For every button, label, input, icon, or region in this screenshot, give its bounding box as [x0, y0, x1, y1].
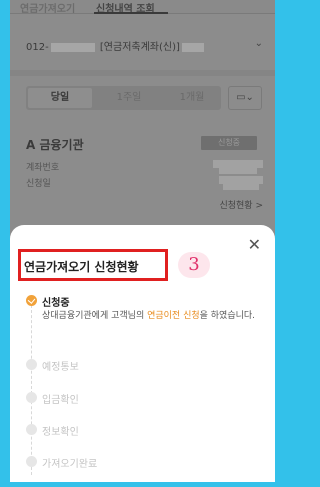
- step-label: 입금확인: [42, 395, 79, 406]
- masked-account-suffix: [181, 42, 204, 52]
- desc-text: 상대금융기관에게 고객님의: [42, 311, 148, 321]
- tab-bar: 연금가져오기 신청내역 조회: [10, 0, 275, 15]
- account-number: 012- [연금저축계좌(신)]: [26, 38, 206, 53]
- account-type-label: [연금저축계좌(신)]: [99, 42, 180, 53]
- step-label: 예정통보: [42, 362, 79, 373]
- step-dot-icon: [26, 392, 37, 403]
- calendar-icon[interactable]: ▭⌄: [228, 86, 262, 110]
- step-description: 상대금융기관에게 고객님의 연금이전 신청을 하였습니다.: [42, 310, 262, 323]
- step-label: 신청중: [42, 298, 70, 309]
- app-screen: 연금가져오기 신청내역 조회 012- [연금저축계좌(신)] ⌄ 당일 1주일…: [10, 0, 275, 482]
- institution-name: A 금융기관: [26, 138, 84, 152]
- account-prefix: 012-: [26, 42, 49, 53]
- sheet-title: 연금가져오기 신청현황: [24, 260, 139, 274]
- tab-pension-transfer[interactable]: 연금가져오기: [20, 0, 75, 15]
- step-dot-icon: [26, 456, 37, 467]
- account-number-label: 계좌번호: [26, 163, 60, 173]
- section-divider: [10, 70, 275, 76]
- check-icon: [26, 295, 37, 306]
- step-dot-icon: [26, 424, 37, 435]
- application-date-label: 신청일: [26, 179, 51, 189]
- period-today[interactable]: 당일: [28, 88, 92, 108]
- close-icon[interactable]: ✕: [248, 237, 261, 253]
- timeline-line: [31, 305, 32, 475]
- masked-account-value-2: [219, 166, 257, 174]
- step-label: 가져오기완료: [42, 459, 98, 470]
- chevron-down-icon[interactable]: ⌄: [255, 38, 263, 49]
- desc-highlight: 연금이전 신청: [147, 311, 200, 321]
- step-label: 정보확인: [42, 427, 79, 438]
- period-selector: 당일 1주일 1개월: [26, 86, 221, 110]
- period-1-week[interactable]: 1주일: [98, 86, 160, 110]
- masked-account-digits: [50, 42, 95, 52]
- masked-date-value-2: [223, 182, 259, 190]
- status-badge: 신청중: [201, 136, 257, 150]
- step-dot-icon: [26, 359, 37, 370]
- tab-active-indicator: [94, 12, 168, 14]
- desc-text-end: 을 하였습니다.: [199, 311, 256, 321]
- period-1-month[interactable]: 1개월: [164, 86, 220, 110]
- application-status-link[interactable]: 신청현황 >: [219, 198, 263, 211]
- account-selector[interactable]: 012- [연금저축계좌(신)] ⌄: [10, 26, 275, 64]
- status-bottom-sheet: ✕ 연금가져오기 신청현황 3 신청중 상대금융기관에게 고객님의 연금이전 신…: [10, 225, 275, 482]
- step-number-marker: 3: [178, 252, 210, 278]
